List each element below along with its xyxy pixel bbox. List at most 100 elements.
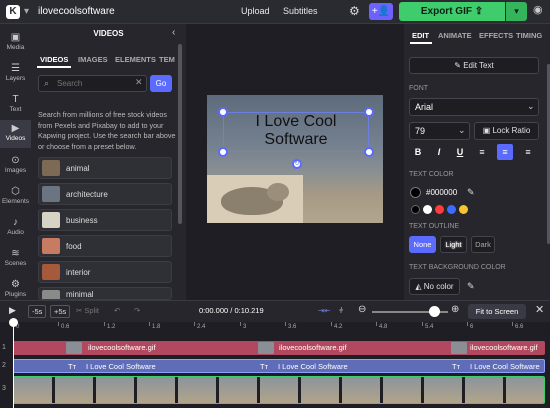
resize-handle[interactable]: [218, 147, 228, 157]
rotate-handle[interactable]: ↻: [292, 159, 302, 169]
subtitles-button[interactable]: Subtitles: [283, 6, 318, 16]
undo-icon[interactable]: ↶: [114, 306, 120, 315]
lock-ratio-button[interactable]: ▣ Lock Ratio: [474, 122, 539, 140]
resize-handle[interactable]: [364, 107, 374, 117]
panel-scrollbar[interactable]: [178, 44, 182, 224]
align-center-button[interactable]: ≡: [497, 144, 513, 160]
rail-item-elements[interactable]: ⬡ Elements: [0, 186, 31, 205]
swatch-blue[interactable]: [447, 205, 456, 214]
tab-timing[interactable]: TIMING: [516, 31, 542, 40]
tab-edit[interactable]: EDIT: [412, 31, 429, 40]
export-dropdown-button[interactable]: ▾: [506, 2, 527, 21]
category-architecture[interactable]: architecture: [38, 183, 172, 205]
tab-elements[interactable]: ELEMENTS: [115, 55, 156, 64]
italic-button[interactable]: I: [431, 144, 447, 160]
category-minimal[interactable]: minimal: [38, 287, 172, 300]
edit-panel: EDIT ANIMATE EFFECTS TIMING ✎ Edit Text …: [404, 24, 550, 300]
edit-text-button[interactable]: ✎ Edit Text: [409, 57, 539, 74]
gif-track-clip[interactable]: ilovecoolsoftware.gif ilovecoolsoftware.…: [13, 341, 545, 355]
category-business[interactable]: business: [38, 209, 172, 231]
rail-item-text[interactable]: T Text: [0, 94, 31, 113]
skip-back-button[interactable]: -5s: [28, 305, 47, 318]
active-tab-indicator: [37, 66, 71, 68]
align-left-button[interactable]: ≡: [474, 144, 490, 160]
left-rail: ▣ Media ☰ Layers T Text ▶ Videos ⊙ Images ⬡ El…: [0, 24, 31, 300]
tab-videos[interactable]: VIDEOS: [40, 55, 68, 64]
rail-item-scenes[interactable]: ≋ Scenes: [0, 248, 31, 267]
playhead-handle[interactable]: [9, 318, 18, 327]
project-title[interactable]: ilovecoolsoftware: [38, 6, 115, 17]
clear-search-icon[interactable]: ✕: [135, 77, 143, 88]
export-button[interactable]: Export GIF ⇪: [399, 2, 505, 21]
eyedropper-icon[interactable]: ✎: [467, 281, 475, 292]
media-icon: ▣: [10, 32, 21, 43]
outline-none-button[interactable]: None: [409, 236, 436, 253]
add-user-button[interactable]: +👤: [369, 3, 393, 20]
resize-handle[interactable]: [364, 147, 374, 157]
current-color-swatch[interactable]: [410, 187, 421, 198]
canvas-text[interactable]: I Love Cool Software: [223, 113, 369, 149]
video-preview[interactable]: I Love Cool Software ↻: [207, 95, 383, 223]
video-icon: ▶: [11, 123, 20, 134]
skip-forward-button[interactable]: +5s: [50, 305, 71, 318]
swatch-yellow[interactable]: [459, 205, 468, 214]
video-track-clip[interactable]: [13, 376, 545, 404]
collapse-panel-icon[interactable]: ‹: [172, 27, 175, 38]
align-right-button[interactable]: ≡: [520, 144, 536, 160]
timeline-ruler[interactable]: 0 0.6 1.2 1.8 2.4 3 3.6 4.2 4.8 5.4 6 6.…: [0, 322, 550, 336]
rail-item-images[interactable]: ⊙ Images: [0, 155, 31, 174]
canvas-area: I Love Cool Software ↻: [186, 24, 404, 300]
underline-button[interactable]: U: [452, 144, 468, 160]
rail-item-layers[interactable]: ☰ Layers: [0, 63, 31, 82]
swatch-black[interactable]: [411, 205, 420, 214]
zoom-in-icon[interactable]: ⊕: [451, 304, 459, 315]
text-outline-heading: TEXT OUTLINE: [409, 223, 460, 230]
track-number: 2: [2, 362, 6, 369]
chevron-down-icon[interactable]: ▾: [24, 6, 34, 17]
bold-button[interactable]: B: [410, 144, 426, 160]
go-button[interactable]: Go: [150, 75, 172, 92]
film-frame: [424, 377, 464, 403]
avatar[interactable]: ◉: [533, 3, 547, 20]
upload-button[interactable]: Upload: [241, 6, 270, 16]
close-timeline-icon[interactable]: ✕: [535, 303, 544, 316]
rail-item-media[interactable]: ▣ Media: [0, 32, 31, 51]
rail-item-plugins[interactable]: ⚙ Plugins: [0, 279, 31, 298]
resize-handle[interactable]: [218, 107, 228, 117]
play-button[interactable]: ▶: [9, 305, 16, 316]
swatch-white[interactable]: [423, 205, 432, 214]
zoom-out-icon[interactable]: ⊖: [358, 304, 366, 315]
split-button[interactable]: ✂ Split: [76, 306, 99, 315]
tab-animate[interactable]: ANIMATE: [438, 31, 472, 40]
category-food[interactable]: food: [38, 235, 172, 257]
film-frame: [301, 377, 341, 403]
font-select[interactable]: Arial ⌄: [409, 98, 539, 116]
film-frame: [96, 377, 136, 403]
no-color-button[interactable]: ◭ No color: [409, 278, 460, 295]
category-animal[interactable]: animal: [38, 157, 172, 179]
search-input[interactable]: [57, 78, 127, 89]
rail-item-videos[interactable]: ▶ Videos: [0, 120, 31, 148]
font-size-select[interactable]: 79 ⌄: [409, 122, 470, 140]
eyedropper-icon[interactable]: ✎: [467, 187, 475, 198]
split-view-icon[interactable]: ⫩: [339, 306, 343, 316]
gear-icon[interactable]: ⚙: [349, 4, 360, 18]
audio-icon: ♪: [13, 217, 18, 228]
tab-images[interactable]: IMAGES: [78, 55, 108, 64]
redo-icon[interactable]: ↷: [134, 306, 140, 315]
film-frame: [14, 377, 54, 403]
tab-effects[interactable]: EFFECTS: [479, 31, 513, 40]
tab-templates[interactable]: TEM: [159, 55, 175, 64]
outline-dark-button[interactable]: Dark: [471, 236, 495, 253]
kapwing-logo-icon[interactable]: K: [6, 5, 20, 19]
playhead[interactable]: [13, 320, 14, 408]
fit-to-screen-button[interactable]: Fit to Screen: [468, 304, 526, 319]
zoom-slider-knob[interactable]: [429, 306, 440, 317]
swatch-red[interactable]: [435, 205, 444, 214]
color-hex-value[interactable]: #000000: [426, 188, 457, 197]
text-track-clip[interactable]: Tт I Love Cool Software Tт I Love Cool S…: [13, 359, 545, 373]
outline-light-button[interactable]: Light: [440, 236, 467, 253]
category-interior[interactable]: interior: [38, 261, 172, 283]
snap-icon[interactable]: ⇥⇤: [318, 306, 331, 315]
rail-item-audio[interactable]: ♪ Audio: [0, 217, 31, 236]
